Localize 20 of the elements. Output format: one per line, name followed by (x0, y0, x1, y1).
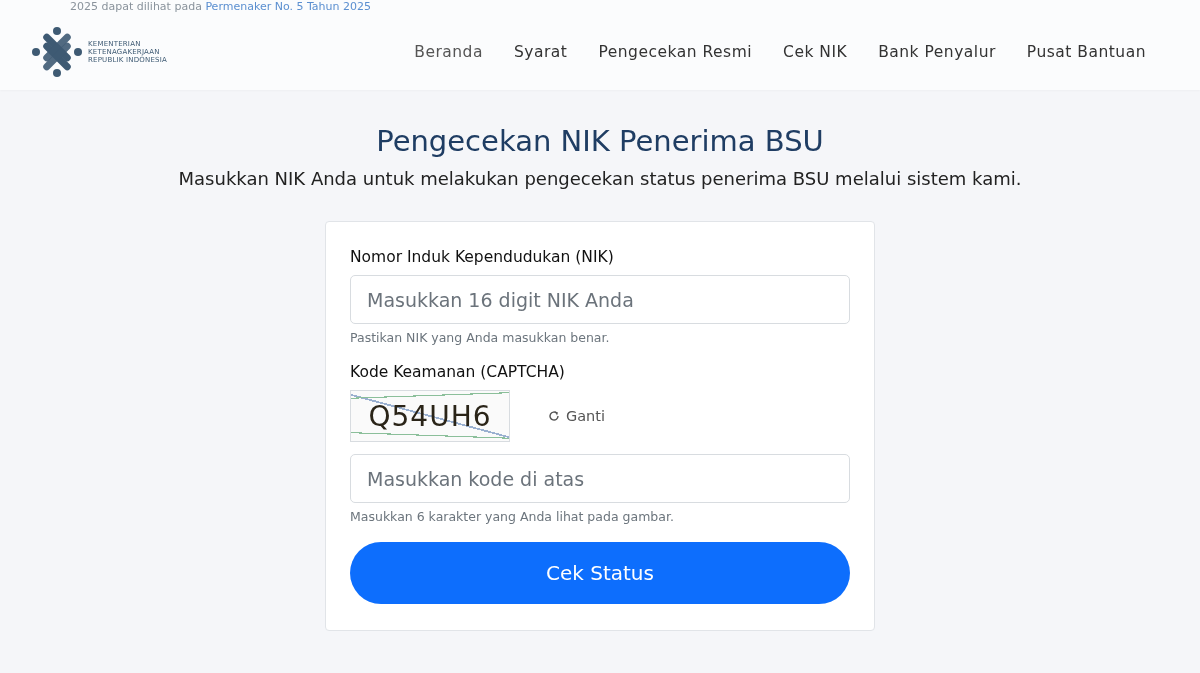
knot-logo-icon (32, 27, 82, 77)
refresh-button[interactable]: Ganti (548, 408, 606, 424)
captcha-code: Q54UH6 (368, 399, 492, 433)
refresh-icon (548, 410, 560, 422)
page-title: Pengecekan NIK Penerima BSU (376, 124, 824, 158)
help-text: Pastikan NIK yang Anda masukkan benar. (350, 330, 611, 345)
nav-link[interactable]: Cek NIK (783, 43, 848, 61)
notice-text: 2025 dapat dilihat pada Permenaker No. 5 Tahun 2025 (70, 0, 372, 13)
nik-input-field[interactable]: Masukkan 16 digit NIK Anda (350, 275, 850, 324)
nav-link[interactable]: Syarat (513, 43, 568, 61)
page-subtitle: Masukkan NIK Anda untuk melakukan pengecekan status penerima BSU melalui sistem kami. (178, 168, 1022, 189)
nav-link[interactable]: Bank Penyalur (878, 43, 996, 61)
help-text: Masukkan 6 karakter yang Anda lihat pada gambar. (350, 509, 675, 524)
check-status-button[interactable]: Cek Status (350, 542, 850, 604)
nav-link[interactable]: Pusat Bantuan (1026, 43, 1146, 61)
field-label: Kode Keamanan (CAPTCHA) (350, 363, 566, 381)
nav-link[interactable]: Pengecekan Resmi (598, 43, 753, 61)
field-label: Nomor Induk Kependudukan (NIK) (350, 248, 615, 266)
captcha-input-field[interactable]: Masukkan kode di atas (350, 454, 850, 503)
nav-link[interactable]: Beranda (414, 43, 483, 61)
